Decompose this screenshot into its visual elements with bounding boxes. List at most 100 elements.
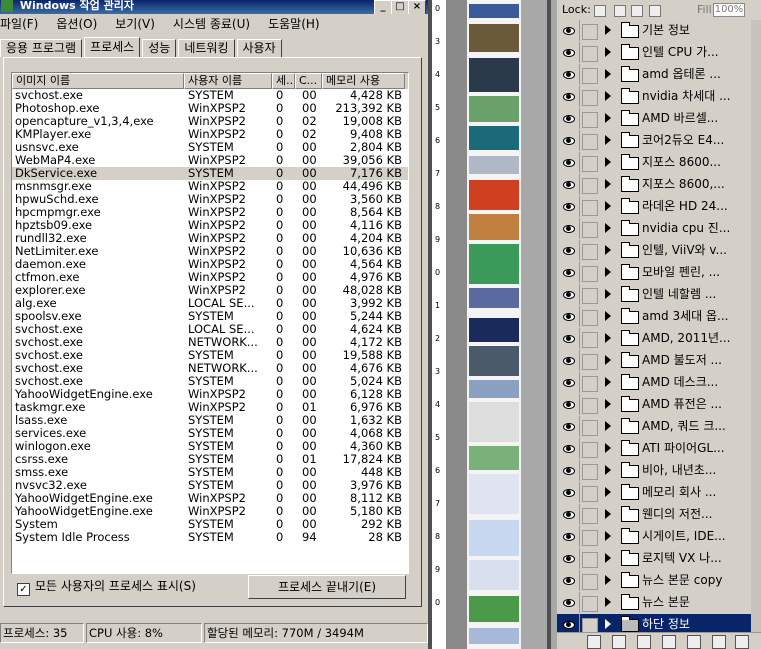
table-row[interactable]: smss.exe SYSTEM 0 00 448 KB — [12, 466, 408, 479]
layer-link-box[interactable] — [582, 552, 598, 568]
show-all-processes-checkbox[interactable]: ✓ 모든 사용자의 프로세스 표시(S) — [17, 578, 196, 596]
table-row[interactable]: YahooWidgetEngine.exe WinXPSP2 0 00 8,112 KB — [12, 492, 408, 505]
table-row[interactable]: alg.exe LOCAL SE... 0 00 3,992 KB — [12, 297, 408, 310]
title-bar[interactable]: Windows 작업 관리자 _ □ × — [0, 0, 428, 14]
visibility-eye-icon[interactable] — [557, 372, 580, 393]
layer-link-box[interactable] — [582, 24, 598, 40]
lock-transparency-icon[interactable] — [594, 5, 606, 17]
visibility-eye-icon[interactable] — [557, 328, 580, 349]
end-process-button[interactable]: 프로세스 끝내기(E) — [248, 575, 406, 599]
layer-group-row[interactable]: 코어2듀오 E4... — [557, 130, 761, 153]
layer-link-box[interactable] — [582, 332, 598, 348]
table-row[interactable]: opencapture_v1,3,4,exe WinXPSP2 0 02 19,008 … — [12, 115, 408, 128]
table-row[interactable]: winlogon.exe SYSTEM 0 00 4,360 KB — [12, 440, 408, 453]
expand-triangle-icon[interactable] — [605, 135, 611, 145]
table-row[interactable]: ctfmon.exe WinXPSP2 0 00 4,976 KB — [12, 271, 408, 284]
expand-triangle-icon[interactable] — [605, 47, 611, 57]
table-row[interactable]: svchost.exe SYSTEM 0 00 4,428 KB — [12, 89, 408, 102]
tab-3[interactable]: 네트워킹 — [178, 39, 235, 57]
layer-link-box[interactable] — [582, 244, 598, 260]
table-row[interactable]: YahooWidgetEngine.exe WinXPSP2 0 00 5,180 KB — [12, 505, 408, 518]
layer-link-box[interactable] — [582, 596, 598, 612]
layer-link-box[interactable] — [582, 288, 598, 304]
visibility-eye-icon[interactable] — [557, 196, 580, 217]
layer-link-box[interactable] — [582, 574, 598, 590]
checkbox-box[interactable]: ✓ — [17, 583, 30, 596]
expand-triangle-icon[interactable] — [605, 113, 611, 123]
table-row[interactable]: msnmsgr.exe WinXPSP2 0 00 44,496 KB — [12, 180, 408, 193]
layer-link-box[interactable] — [582, 310, 598, 326]
visibility-eye-icon[interactable] — [557, 108, 580, 129]
visibility-eye-icon[interactable] — [557, 174, 580, 195]
expand-triangle-icon[interactable] — [605, 399, 611, 409]
table-row[interactable]: Photoshop.exe WinXPSP2 0 00 213,392 KB — [12, 102, 408, 115]
menu-item[interactable]: 도움말(H) — [268, 17, 320, 31]
visibility-eye-icon[interactable] — [557, 548, 580, 569]
table-row[interactable]: hpcmpmgr.exe WinXPSP2 0 00 8,564 KB — [12, 206, 408, 219]
visibility-eye-icon[interactable] — [557, 614, 580, 632]
layer-group-row[interactable]: 지포스 8600... — [557, 152, 761, 175]
layer-group-row[interactable]: AMD 바르셀... — [557, 108, 761, 131]
expand-triangle-icon[interactable] — [605, 245, 611, 255]
visibility-eye-icon[interactable] — [557, 394, 580, 415]
tab-1[interactable]: 프로세스 — [84, 37, 141, 57]
column-image-name[interactable]: 이미지 이름 — [12, 73, 184, 89]
layer-link-box[interactable] — [582, 134, 598, 150]
menu-item[interactable]: 보기(V) — [115, 17, 155, 31]
expand-triangle-icon[interactable] — [605, 619, 611, 629]
expand-triangle-icon[interactable] — [605, 157, 611, 167]
table-row[interactable]: daemon.exe WinXPSP2 0 00 4,564 KB — [12, 258, 408, 271]
visibility-eye-icon[interactable] — [557, 130, 580, 151]
layer-link-box[interactable] — [582, 68, 598, 84]
lock-move-icon[interactable] — [631, 5, 643, 17]
visibility-eye-icon[interactable] — [557, 262, 580, 283]
table-row[interactable]: svchost.exe NETWORK... 0 00 4,676 KB — [12, 362, 408, 375]
table-row[interactable]: svchost.exe SYSTEM 0 00 5,024 KB — [12, 375, 408, 388]
expand-triangle-icon[interactable] — [605, 509, 611, 519]
expand-triangle-icon[interactable] — [605, 91, 611, 101]
visibility-eye-icon[interactable] — [557, 240, 580, 261]
expand-triangle-icon[interactable] — [605, 355, 611, 365]
add-mask-icon[interactable] — [637, 635, 651, 649]
layer-group-row[interactable]: 메모리 회사 ... — [557, 482, 761, 505]
table-row[interactable]: KMPlayer.exe WinXPSP2 0 02 9,408 KB — [12, 128, 408, 141]
table-row[interactable]: taskmgr.exe WinXPSP2 0 01 6,976 KB — [12, 401, 408, 414]
table-row[interactable]: services.exe SYSTEM 0 00 4,068 KB — [12, 427, 408, 440]
expand-triangle-icon[interactable] — [605, 267, 611, 277]
layer-link-box[interactable] — [582, 178, 598, 194]
visibility-eye-icon[interactable] — [557, 438, 580, 459]
table-row[interactable]: System Idle Process SYSTEM 0 94 28 KB — [12, 531, 408, 544]
layer-group-row[interactable]: amd 3세대 옵... — [557, 306, 761, 329]
maximize-button[interactable]: □ — [391, 0, 409, 14]
layer-group-row[interactable]: 라데온 HD 24... — [557, 196, 761, 219]
expand-triangle-icon[interactable] — [605, 575, 611, 585]
lock-brush-icon[interactable] — [614, 5, 626, 17]
menu-item[interactable]: 파일(F) — [0, 17, 38, 31]
table-row[interactable]: svchost.exe LOCAL SE... 0 00 4,624 KB — [12, 323, 408, 336]
layers-scrollbar[interactable] — [751, 20, 761, 632]
layer-link-box[interactable] — [582, 376, 598, 392]
layer-group-row[interactable]: nvidia cpu 진... — [557, 218, 761, 241]
expand-triangle-icon[interactable] — [605, 443, 611, 453]
layer-group-row[interactable]: 기본 정보 — [557, 20, 761, 43]
layer-group-row[interactable]: AMD 데스크... — [557, 372, 761, 395]
layer-group-row[interactable]: 뉴스 본문 copy — [557, 570, 761, 593]
expand-triangle-icon[interactable] — [605, 465, 611, 475]
table-row[interactable]: hpztsb09.exe WinXPSP2 0 00 4,116 KB — [12, 219, 408, 232]
table-row[interactable]: explorer.exe WinXPSP2 0 00 48,028 KB — [12, 284, 408, 297]
table-row[interactable]: lsass.exe SYSTEM 0 00 1,632 KB — [12, 414, 408, 427]
layer-group-row[interactable]: 인텔 CPU 가... — [557, 42, 761, 65]
layer-link-box[interactable] — [582, 618, 598, 632]
layer-group-row[interactable]: 지포스 8600,... — [557, 174, 761, 197]
lock-all-icon[interactable] — [649, 5, 661, 17]
column-cpu[interactable]: C... — [295, 73, 322, 89]
expand-triangle-icon[interactable] — [605, 421, 611, 431]
table-row[interactable]: nvsvc32.exe SYSTEM 0 00 3,976 KB — [12, 479, 408, 492]
menu-item[interactable]: 옵션(O) — [56, 17, 97, 31]
visibility-eye-icon[interactable] — [557, 416, 580, 437]
expand-triangle-icon[interactable] — [605, 311, 611, 321]
visibility-eye-icon[interactable] — [557, 350, 580, 371]
column-memory[interactable]: 메모리 사용 — [322, 73, 405, 89]
layer-link-box[interactable] — [582, 90, 598, 106]
visibility-eye-icon[interactable] — [557, 526, 580, 547]
